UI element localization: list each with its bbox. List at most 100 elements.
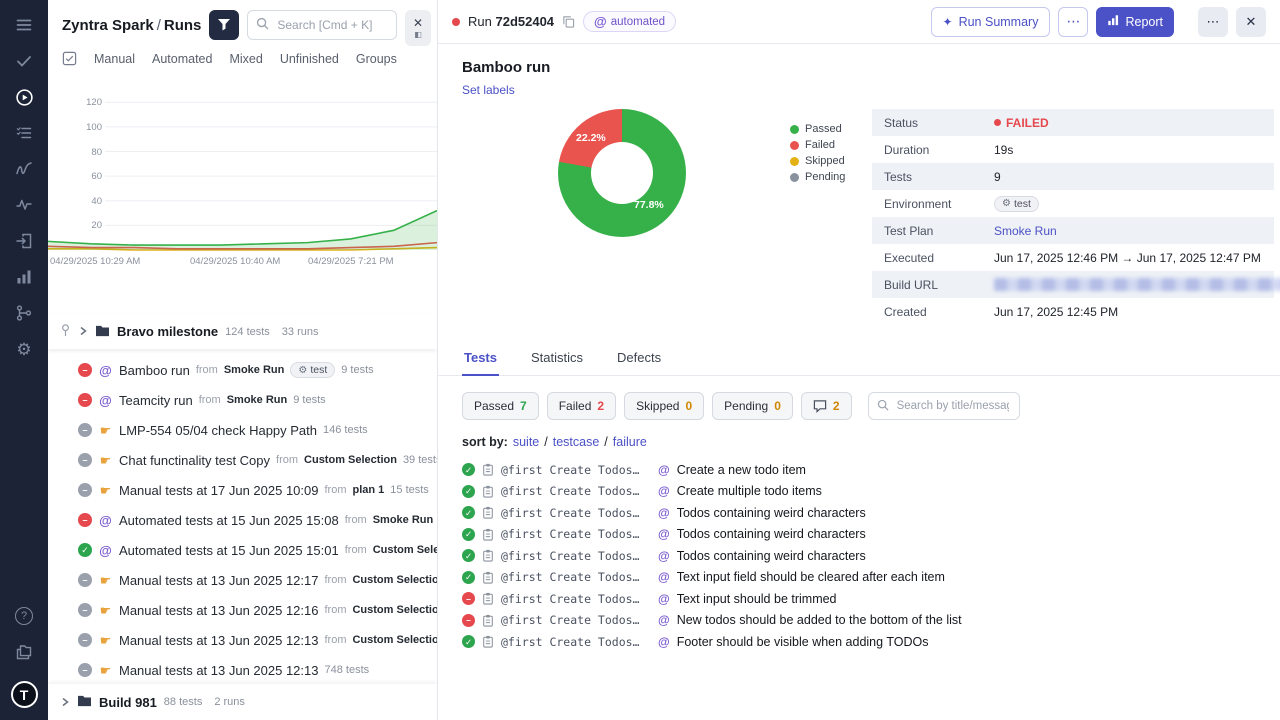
- test-status-passed-icon: ✓: [462, 506, 475, 519]
- run-list-item[interactable]: ✓@Automated tests at 15 Jun 2025 15:01fr…: [48, 535, 437, 565]
- run-type-automated-icon: @: [98, 394, 113, 407]
- filter-button[interactable]: [209, 10, 239, 40]
- test-row[interactable]: –@first Create Todos…@New todos should b…: [462, 610, 1256, 632]
- left-tab-unfinished[interactable]: Unfinished: [280, 52, 339, 66]
- test-search[interactable]: [868, 392, 1020, 420]
- tab-statistics[interactable]: Statistics: [529, 341, 585, 375]
- run-list-item[interactable]: –☛Manual tests at 17 Jun 2025 10:09fromp…: [48, 475, 437, 505]
- launch-icon[interactable]: [7, 224, 41, 258]
- test-row[interactable]: ✓@first Create Todos…@Text input field s…: [462, 567, 1256, 589]
- test-row[interactable]: ✓@first Create Todos…@Todos containing w…: [462, 524, 1256, 546]
- more-actions-button[interactable]: ⋯: [1198, 7, 1228, 37]
- signature-icon[interactable]: [7, 152, 41, 186]
- detail-label: Executed: [884, 251, 994, 265]
- from-label: from: [324, 634, 346, 646]
- clipboard-icon: [482, 614, 494, 627]
- left-tab-groups[interactable]: Groups: [356, 52, 397, 66]
- close-run-button[interactable]: ✕: [1236, 7, 1266, 37]
- run-status-neutral-icon: –: [78, 453, 92, 467]
- filter-chip-passed[interactable]: Passed7: [462, 392, 539, 420]
- env-tag: ⚙test: [290, 362, 335, 378]
- set-labels-link[interactable]: Set labels: [462, 83, 515, 97]
- run-detail-main: Run 72d52404 @ automated ✦ Run Summary ⋯…: [438, 0, 1280, 720]
- collapse-panel-button[interactable]: ✕ ◧: [405, 10, 431, 46]
- filter-count: 7: [520, 399, 527, 413]
- left-tab-automated[interactable]: Automated: [152, 52, 212, 66]
- milestone-row[interactable]: Bravo milestone 124 tests 33 runs: [48, 314, 437, 349]
- test-row[interactable]: ✓@first Create Todos…@Footer should be v…: [462, 631, 1256, 653]
- help-icon[interactable]: ?: [7, 599, 41, 633]
- automated-badge-label: automated: [611, 16, 665, 28]
- sort-by-testcase[interactable]: testcase: [553, 435, 600, 449]
- global-search[interactable]: [247, 10, 397, 40]
- test-row[interactable]: ✓@first Create Todos…@Create multiple to…: [462, 481, 1256, 503]
- pulse-icon[interactable]: [7, 188, 41, 222]
- trend-chart-svg: [48, 76, 437, 252]
- app-logo-icon[interactable]: T: [11, 681, 38, 708]
- slash-separator: /: [604, 435, 607, 449]
- test-row[interactable]: ✓@first Create Todos…@Create a new todo …: [462, 459, 1256, 481]
- run-list-item[interactable]: –☛Manual tests at 13 Jun 2025 12:16fromC…: [48, 595, 437, 625]
- run-name: Manual tests at 17 Jun 2025 10:09: [119, 483, 318, 498]
- chevron-right-icon[interactable]: [60, 695, 70, 710]
- detail-value: 19s: [994, 143, 1013, 157]
- test-status-passed-icon: ✓: [462, 463, 475, 476]
- trend-ytick: 20: [78, 220, 102, 231]
- copy-run-id-button[interactable]: [562, 15, 575, 28]
- comments-filter-chip[interactable]: 2: [801, 392, 852, 420]
- test-row[interactable]: ✓@first Create Todos…@Todos containing w…: [462, 545, 1256, 567]
- sort-by-suite[interactable]: suite: [513, 435, 539, 449]
- build-folder-row[interactable]: Build 981 88 tests 2 runs: [48, 684, 437, 720]
- run-list-item[interactable]: –☛Manual tests at 13 Jun 2025 12:13748 t…: [48, 655, 437, 684]
- projects-icon[interactable]: [7, 635, 41, 669]
- run-type-manual-icon: ☛: [98, 634, 113, 647]
- runs-icon[interactable]: [7, 80, 41, 114]
- filter-chip-pending[interactable]: Pending0: [712, 392, 793, 420]
- menu-icon[interactable]: [7, 8, 41, 42]
- suites-icon[interactable]: [7, 116, 41, 150]
- automated-icon: @: [658, 635, 670, 649]
- milestone-tests-count: 124 tests: [225, 326, 270, 338]
- automated-badge[interactable]: @ automated: [583, 11, 676, 32]
- tab-defects[interactable]: Defects: [615, 341, 663, 375]
- run-list-item[interactable]: –☛Manual tests at 13 Jun 2025 12:13fromC…: [48, 625, 437, 655]
- global-search-input[interactable]: [275, 17, 388, 33]
- test-plan-link[interactable]: Smoke Run: [994, 224, 1057, 238]
- question-mark: ?: [15, 607, 33, 625]
- clipboard-icon: [482, 485, 494, 498]
- run-topbar: Run 72d52404 @ automated ✦ Run Summary ⋯…: [438, 0, 1280, 44]
- from-plan-name: Smoke Run: [373, 514, 434, 526]
- run-list-item[interactable]: –☛Manual tests at 13 Jun 2025 12:17fromC…: [48, 565, 437, 595]
- run-status-neutral-icon: –: [78, 603, 92, 617]
- analytics-icon[interactable]: [7, 260, 41, 294]
- test-row[interactable]: ✓@first Create Todos…@Todos containing w…: [462, 502, 1256, 524]
- settings-icon[interactable]: ⚙: [7, 332, 41, 366]
- sort-by-failure[interactable]: failure: [613, 435, 647, 449]
- run-summary-button[interactable]: ✦ Run Summary: [931, 7, 1051, 37]
- left-tab-mixed[interactable]: Mixed: [229, 52, 262, 66]
- tab-tests[interactable]: Tests: [462, 341, 499, 375]
- test-row[interactable]: –@first Create Todos…@Text input should …: [462, 588, 1256, 610]
- run-list-item[interactable]: –@Bamboo runfromSmoke Run⚙test9 tests: [48, 355, 437, 385]
- run-list-item[interactable]: –☛Chat functinality test CopyfromCustom …: [48, 445, 437, 475]
- test-suite-path: @first Create Todos…: [501, 527, 651, 541]
- detail-row-duration: Duration19s: [872, 136, 1274, 163]
- report-button[interactable]: Report: [1096, 7, 1174, 37]
- runs-trend-chart: 2040608010012004/29/2025 10:29 AM04/29/2…: [48, 74, 437, 270]
- filter-chip-failed[interactable]: Failed2: [547, 392, 616, 420]
- detail-row-status: StatusFAILED: [872, 109, 1274, 136]
- tests-icon[interactable]: [7, 44, 41, 78]
- run-overview: 22.2% 77.8% PassedFailedSkippedPending S…: [438, 97, 1280, 325]
- test-search-input[interactable]: [895, 399, 1011, 413]
- filter-chip-skipped[interactable]: Skipped0: [624, 392, 704, 420]
- left-tab-manual[interactable]: Manual: [94, 52, 135, 66]
- run-list-item[interactable]: –☛LMP-554 05/04 check Happy Path146 test…: [48, 415, 437, 445]
- chevron-right-icon[interactable]: [78, 324, 88, 339]
- detail-value: Jun 17, 2025 12:46 PM → Jun 17, 2025 12:…: [994, 251, 1261, 265]
- run-summary-more-button[interactable]: ⋯: [1058, 7, 1088, 37]
- run-list-item[interactable]: –@Teamcity runfromSmoke Run9 tests: [48, 385, 437, 415]
- run-list-item[interactable]: –@Automated tests at 15 Jun 2025 15:08fr…: [48, 505, 437, 535]
- breadcrumb-project[interactable]: Zyntra Spark: [62, 17, 154, 34]
- automated-icon: @: [658, 549, 670, 563]
- branches-icon[interactable]: [7, 296, 41, 330]
